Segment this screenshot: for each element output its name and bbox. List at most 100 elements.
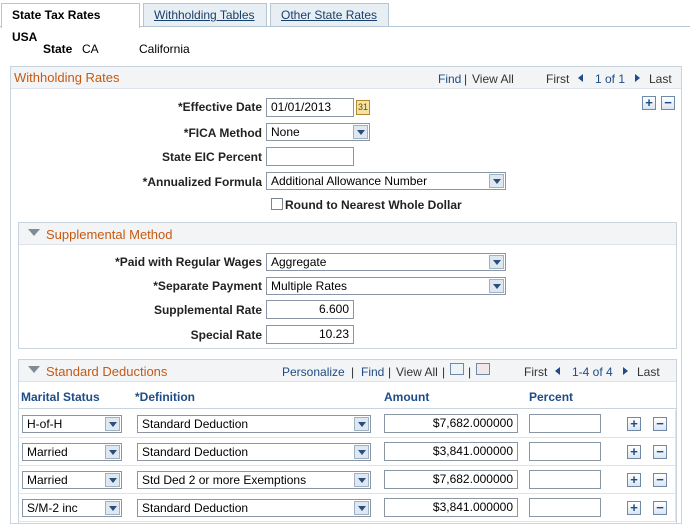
definition-select[interactable]: Std Ded 2 or more Exemptions [137, 471, 371, 489]
chevron-down-icon[interactable] [489, 279, 504, 293]
special-rate-field[interactable]: 10.23 [266, 325, 354, 344]
separator: | [468, 365, 472, 379]
separate-payment-select[interactable]: Multiple Rates [266, 277, 506, 295]
withholding-rates-title: Withholding Rates [14, 70, 120, 85]
zoom-grid-icon[interactable] [450, 363, 464, 375]
delete-row-icon[interactable]: − [653, 473, 667, 487]
add-row-icon[interactable]: + [642, 96, 656, 110]
percent-field[interactable] [529, 470, 601, 489]
withholding-counter: 1 of 1 [595, 72, 626, 86]
withholding-rates-header: Withholding Rates Find | View All First … [11, 67, 681, 89]
separator: | [351, 365, 355, 379]
chevron-down-icon[interactable] [105, 501, 120, 515]
withholding-first[interactable]: First [546, 72, 569, 86]
chevron-down-icon[interactable] [105, 417, 120, 431]
definition-select[interactable]: Standard Deduction [137, 499, 371, 517]
tab-withholding-tables[interactable]: Withholding Tables [143, 3, 267, 27]
add-row-icon[interactable]: + [627, 417, 641, 431]
chevron-down-icon[interactable] [489, 174, 504, 188]
standard-deductions-title: Standard Deductions [46, 364, 168, 379]
deductions-counter: 1-4 of 4 [572, 365, 613, 379]
special-rate-label: Special Rate [190, 328, 262, 342]
amount-field[interactable]: $3,841.000000 [384, 498, 518, 517]
chevron-down-icon[interactable] [353, 125, 368, 139]
marital-status-value: Married [27, 445, 68, 459]
effective-date-label: *Effective Date [177, 100, 262, 114]
col-definition[interactable]: *Definition [135, 390, 195, 404]
delete-row-icon[interactable]: − [661, 96, 675, 110]
round-label: Round to Nearest Whole Dollar [285, 198, 462, 212]
definition-select[interactable]: Standard Deduction [137, 443, 371, 461]
personalize-link[interactable]: Personalize [282, 365, 345, 379]
amount-field[interactable]: $7,682.000000 [384, 470, 518, 489]
fica-method-label: *FICA Method [183, 126, 262, 140]
effective-date-field[interactable]: 01/01/2013 [266, 98, 354, 117]
chevron-down-icon[interactable] [354, 417, 369, 431]
supplemental-rate-label: Supplemental Rate [153, 303, 262, 317]
deductions-find-link[interactable]: Find [361, 365, 384, 379]
deductions-view-all[interactable]: View All [396, 365, 438, 379]
definition-value: Standard Deduction [142, 501, 249, 515]
definition-value: Std Ded 2 or more Exemptions [142, 473, 307, 487]
tab-state-tax-rates[interactable]: State Tax Rates USA [1, 3, 140, 44]
supplemental-title: Supplemental Method [46, 227, 173, 242]
add-row-icon[interactable]: + [627, 445, 641, 459]
prev-arrow-icon[interactable] [555, 367, 560, 375]
deductions-first[interactable]: First [524, 365, 547, 379]
prev-arrow-icon[interactable] [578, 74, 583, 82]
state-eic-label: State EIC Percent [161, 150, 262, 164]
annualized-formula-label: *Annualized Formula [142, 175, 262, 189]
collapse-icon[interactable] [28, 366, 40, 373]
chevron-down-icon[interactable] [105, 473, 120, 487]
amount-field[interactable]: $7,682.000000 [384, 414, 518, 433]
percent-field[interactable] [529, 414, 601, 433]
separator: | [464, 72, 468, 86]
withholding-view-all[interactable]: View All [472, 72, 514, 86]
separator: | [388, 365, 392, 379]
next-arrow-icon[interactable] [623, 367, 628, 375]
marital-status-value: S/M-2 inc [27, 501, 78, 515]
paid-with-regular-label: *Paid with Regular Wages [115, 255, 262, 269]
fica-method-value: None [271, 125, 300, 139]
col-amount[interactable]: Amount [384, 390, 429, 404]
paid-with-regular-select[interactable]: Aggregate [266, 253, 506, 271]
marital-status-select[interactable]: H-of-H [22, 415, 122, 433]
percent-field[interactable] [529, 442, 601, 461]
fica-method-select[interactable]: None [266, 123, 370, 141]
state-eic-field[interactable] [266, 147, 354, 166]
state-name: California [139, 42, 190, 56]
calendar-icon[interactable]: 31 [356, 100, 370, 115]
withholding-last[interactable]: Last [649, 72, 672, 86]
next-arrow-icon[interactable] [635, 74, 640, 82]
collapse-icon[interactable] [28, 229, 40, 236]
marital-status-select[interactable]: Married [22, 443, 122, 461]
deductions-last[interactable]: Last [637, 365, 660, 379]
delete-row-icon[interactable]: − [653, 445, 667, 459]
delete-row-icon[interactable]: − [653, 501, 667, 515]
add-row-icon[interactable]: + [627, 501, 641, 515]
annualized-formula-value: Additional Allowance Number [271, 174, 428, 188]
annualized-formula-select[interactable]: Additional Allowance Number [266, 172, 506, 190]
col-marital-status[interactable]: Marital Status [21, 390, 100, 404]
chevron-down-icon[interactable] [354, 501, 369, 515]
separate-payment-value: Multiple Rates [271, 279, 348, 293]
state-label: State [43, 42, 73, 56]
chevron-down-icon[interactable] [105, 445, 120, 459]
marital-status-select[interactable]: Married [22, 471, 122, 489]
definition-select[interactable]: Standard Deduction [137, 415, 371, 433]
tab-other-state-rates[interactable]: Other State Rates [270, 3, 389, 27]
chevron-down-icon[interactable] [489, 255, 504, 269]
add-row-icon[interactable]: + [627, 473, 641, 487]
percent-field[interactable] [529, 498, 601, 517]
delete-row-icon[interactable]: − [653, 417, 667, 431]
round-checkbox[interactable] [271, 198, 283, 210]
withholding-find-link[interactable]: Find [438, 72, 461, 86]
marital-status-value: H-of-H [27, 417, 63, 431]
download-grid-icon[interactable] [476, 363, 490, 375]
supplemental-rate-field[interactable]: 6.600 [266, 300, 354, 319]
chevron-down-icon[interactable] [354, 445, 369, 459]
marital-status-select[interactable]: S/M-2 inc [22, 499, 122, 517]
col-percent[interactable]: Percent [529, 390, 573, 404]
amount-field[interactable]: $3,841.000000 [384, 442, 518, 461]
chevron-down-icon[interactable] [354, 473, 369, 487]
